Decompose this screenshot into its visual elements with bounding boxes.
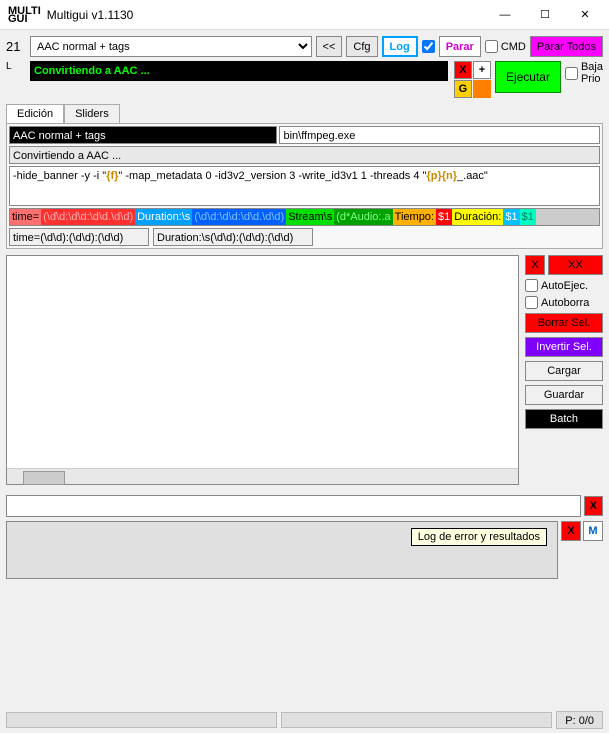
tabs: Edición Sliders [6,104,603,123]
g-icon-button[interactable]: G [454,80,472,98]
h-scrollbar[interactable] [7,468,518,484]
batch-button[interactable]: Batch [525,409,603,429]
baja-prio-checkbox[interactable] [565,67,578,80]
guardar-button[interactable]: Guardar [525,385,603,405]
close-button[interactable]: ✕ [565,1,605,29]
autoborra-checkbox-label[interactable]: Autoborra [525,296,603,309]
parar-todos-button[interactable]: Parar Todos [530,36,603,57]
preset-name-field[interactable]: AAC normal + tags [9,126,277,144]
maximize-button[interactable]: ☐ [525,1,565,29]
cmd-checkbox[interactable] [485,40,498,53]
parar-button[interactable]: Parar [439,36,481,57]
args-field[interactable]: -hide_banner -y -i "{f}" -map_metadata 0… [9,166,600,206]
xx-button[interactable]: XX [548,255,603,275]
l-label: L [6,61,26,72]
tab-sliders[interactable]: Sliders [64,104,120,123]
status-bar: Convirtiendo a AAC ... [30,61,448,81]
log-tooltip: Log de error y resultados [411,528,547,546]
progress-bar-2 [281,712,552,728]
log-button[interactable]: Log [382,36,418,57]
status2-field[interactable]: Convirtiendo a AAC ... [9,146,600,164]
borrar-sel-button[interactable]: Borrar Sel. [525,313,603,333]
titlebar: MULTIGUI Multigui v1.1130 — ☐ ✕ [0,0,609,30]
cfg-button[interactable]: Cfg [346,36,377,57]
ejecutar-button[interactable]: Ejecutar [495,61,561,93]
exe-field[interactable]: bin\ffmpeg.exe [279,126,600,144]
regex2-dur[interactable]: Duration:\s(\d\d):(\d\d):(\d\d) [153,228,313,246]
minimize-button[interactable]: — [485,1,525,29]
back-button[interactable]: << [316,36,343,57]
bottom-x2[interactable]: X [561,521,581,541]
plus-icon-button[interactable]: + [473,61,491,79]
cmd-checkbox-label[interactable]: CMD [485,40,526,53]
preset-number: 21 [6,39,26,54]
bottom-x1[interactable]: X [584,496,603,516]
progress-label: P: 0/0 [556,711,603,729]
orange-icon-button[interactable] [473,80,491,98]
footer: P: 0/0 [6,711,603,729]
bottom-m[interactable]: M [583,521,603,541]
x-icon-button[interactable]: X [454,61,472,79]
autoejec-checkbox-label[interactable]: AutoEjec. [525,279,603,292]
edicion-panel: AAC normal + tags bin\ffmpeg.exe Convirt… [6,123,603,249]
side-buttons: X XX AutoEjec. Autoborra Borrar Sel. Inv… [525,255,603,485]
bottom-input[interactable] [6,495,581,517]
cargar-button[interactable]: Cargar [525,361,603,381]
invertir-sel-button[interactable]: Invertir Sel. [525,337,603,357]
log-area[interactable]: Log de error y resultados [6,521,558,579]
progress-bar-1 [6,712,277,728]
regex2-time[interactable]: time=(\d\d):(\d\d):(\d\d) [9,228,149,246]
baja-prio-checkbox-label[interactable]: BajaPrio [565,61,603,85]
regex-strip-1[interactable]: time= (\d\d:\d\d:\d\d.\d\d) Duration:\s … [9,208,600,226]
log-checkbox[interactable] [422,40,435,53]
tab-edicion[interactable]: Edición [6,104,64,123]
window-title: Multigui v1.1130 [47,8,485,22]
file-list[interactable] [6,255,519,485]
preset-select[interactable]: AAC normal + tags [30,36,312,57]
app-logo: MULTIGUI [8,7,41,23]
x-button[interactable]: X [525,255,545,275]
